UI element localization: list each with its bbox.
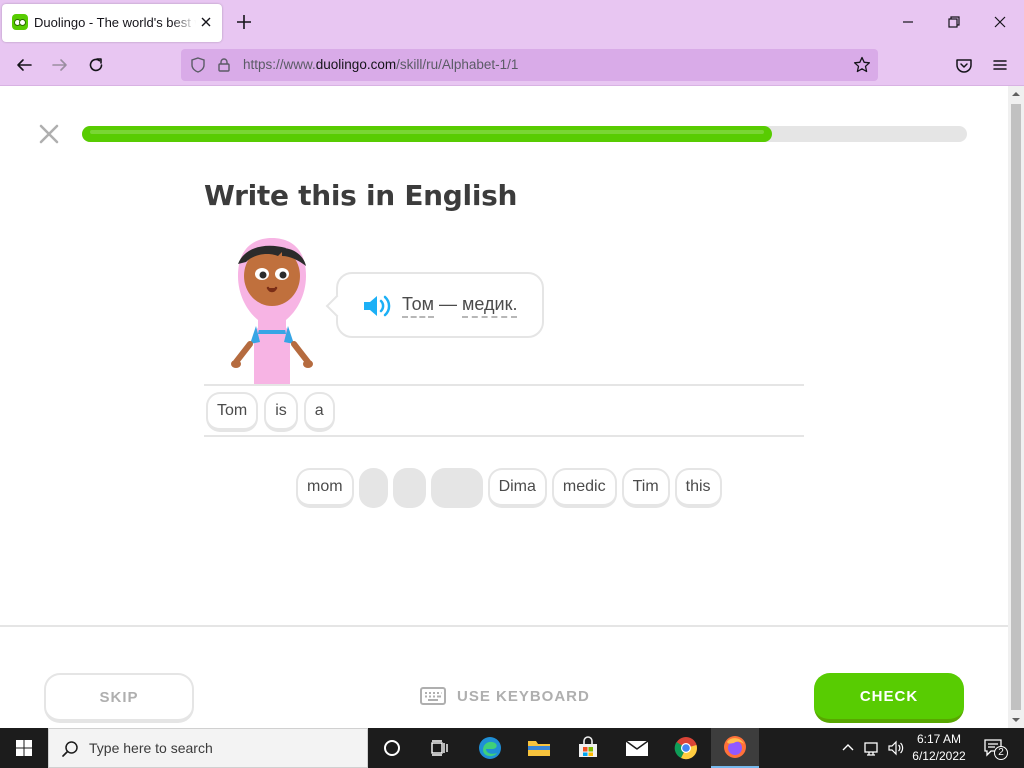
lesson-progress-bar bbox=[82, 126, 967, 142]
challenge-heading: Write this in English bbox=[204, 179, 518, 212]
use-keyboard-label: USE KEYBOARD bbox=[457, 687, 590, 705]
keyboard-icon bbox=[420, 687, 446, 705]
prompt-dash: — bbox=[439, 294, 457, 314]
task-view-icon bbox=[431, 740, 448, 756]
taskbar-app-store[interactable] bbox=[564, 728, 612, 768]
word-bank-chip[interactable]: mom bbox=[296, 468, 354, 508]
duolingo-favicon-icon bbox=[12, 14, 28, 30]
clock-date: 6/12/2022 bbox=[912, 749, 966, 763]
search-placeholder: Type here to search bbox=[89, 740, 213, 756]
firefox-icon bbox=[724, 736, 746, 758]
answer-word-chip[interactable]: is bbox=[264, 392, 298, 432]
character-illustration bbox=[231, 238, 313, 386]
edge-icon bbox=[479, 737, 501, 759]
bookmark-star-icon[interactable] bbox=[852, 55, 872, 75]
speaker-audio-icon[interactable] bbox=[362, 294, 392, 318]
scroll-down-arrow-icon[interactable] bbox=[1012, 716, 1020, 724]
cortana-button[interactable] bbox=[368, 728, 416, 768]
check-button[interactable]: CHECK bbox=[814, 673, 964, 723]
back-arrow-icon[interactable] bbox=[14, 55, 34, 75]
word-bank-empty-slot bbox=[430, 468, 483, 508]
word-bank-chip[interactable]: Dima bbox=[487, 468, 547, 508]
word-bank-empty-slot bbox=[358, 468, 388, 508]
answer-word-chip[interactable]: a bbox=[303, 392, 335, 432]
word-bank-empty-slot bbox=[392, 468, 426, 508]
answer-area-bottom-line bbox=[204, 435, 804, 437]
prompt-word[interactable]: Том bbox=[402, 294, 434, 318]
answer-word-chip[interactable]: Tom bbox=[206, 392, 259, 432]
restore-icon[interactable] bbox=[944, 12, 964, 32]
prompt-speech-bubble: Том — медик. bbox=[336, 272, 544, 338]
windows-start-icon[interactable] bbox=[0, 728, 48, 768]
word-bank-chip[interactable]: this bbox=[674, 468, 722, 508]
word-bank-chip[interactable]: medic bbox=[551, 468, 617, 508]
microsoft-store-bag-icon bbox=[579, 736, 597, 757]
prompt-sentence: Том — медик. bbox=[402, 294, 518, 318]
taskbar-app-firefox[interactable] bbox=[711, 728, 759, 768]
taskbar-app-chrome[interactable] bbox=[662, 728, 710, 768]
close-tab-icon[interactable] bbox=[198, 14, 214, 30]
lesson-footer: SKIP USE KEYBOARD CHECK bbox=[0, 625, 1008, 728]
clock-time: 6:17 AM bbox=[916, 732, 962, 746]
word-bank-chip[interactable]: Tim bbox=[621, 468, 670, 508]
windows-taskbar: Type here to search 6:17 AM 6/12/2022 2 bbox=[0, 728, 1024, 768]
page-scrollbar[interactable] bbox=[1008, 86, 1024, 728]
forward-arrow-icon[interactable] bbox=[50, 55, 70, 75]
lock-icon[interactable] bbox=[215, 56, 233, 74]
quit-lesson-close-icon[interactable] bbox=[38, 123, 60, 145]
taskbar-app-edge[interactable] bbox=[466, 728, 514, 768]
search-icon bbox=[62, 741, 78, 757]
browser-tab-bar: Duolingo - The world's best way to learn… bbox=[0, 0, 1024, 44]
reload-icon[interactable] bbox=[86, 55, 106, 75]
scroll-up-arrow-icon[interactable] bbox=[1012, 90, 1020, 98]
word-bank: mom Dima medic Tim this bbox=[296, 468, 722, 510]
menu-hamburger-icon[interactable] bbox=[990, 55, 1010, 75]
browser-tab[interactable]: Duolingo - The world's best way to learn… bbox=[2, 4, 222, 42]
tracking-shield-icon[interactable] bbox=[189, 56, 207, 74]
file-explorer-folder-icon bbox=[528, 741, 550, 756]
chrome-icon bbox=[674, 737, 697, 760]
lesson-progress-fill bbox=[82, 126, 773, 142]
action-center-button[interactable]: 2 bbox=[982, 736, 1008, 760]
network-icon[interactable] bbox=[862, 738, 882, 758]
minimize-icon[interactable] bbox=[898, 12, 918, 32]
taskbar-app-file-explorer[interactable] bbox=[515, 728, 563, 768]
url-text[interactable]: https://www.duolingo.com/skill/ru/Alphab… bbox=[243, 57, 518, 72]
answer-area-top-line bbox=[204, 384, 804, 386]
answer-area[interactable]: Tom is a bbox=[206, 392, 335, 434]
scrollbar-thumb[interactable] bbox=[1011, 104, 1021, 710]
skip-button[interactable]: SKIP bbox=[44, 673, 194, 723]
show-hidden-icons-chevron-icon[interactable] bbox=[838, 738, 858, 758]
task-view-button[interactable] bbox=[416, 728, 464, 768]
address-bar[interactable]: https://www.duolingo.com/skill/ru/Alphab… bbox=[181, 49, 878, 81]
volume-icon[interactable] bbox=[886, 738, 906, 758]
taskbar-app-mail[interactable] bbox=[613, 728, 661, 768]
taskbar-search-box[interactable]: Type here to search bbox=[48, 728, 368, 768]
close-window-icon[interactable] bbox=[990, 12, 1010, 32]
prompt-word[interactable]: медик. bbox=[462, 294, 518, 318]
use-keyboard-button[interactable]: USE KEYBOARD bbox=[420, 684, 590, 708]
new-tab-icon[interactable] bbox=[234, 12, 254, 32]
cortana-circle-icon bbox=[384, 740, 400, 756]
notification-count-badge: 2 bbox=[994, 746, 1008, 760]
pocket-icon[interactable] bbox=[954, 55, 974, 75]
lesson-page: Write this in English Том — медик. Tom i… bbox=[0, 86, 1008, 728]
taskbar-clock[interactable]: 6:17 AM 6/12/2022 bbox=[904, 731, 974, 765]
mail-envelope-icon bbox=[625, 740, 649, 756]
browser-nav-bar: https://www.duolingo.com/skill/ru/Alphab… bbox=[0, 44, 1024, 86]
tab-title: Duolingo - The world's best way to learn… bbox=[34, 15, 196, 30]
